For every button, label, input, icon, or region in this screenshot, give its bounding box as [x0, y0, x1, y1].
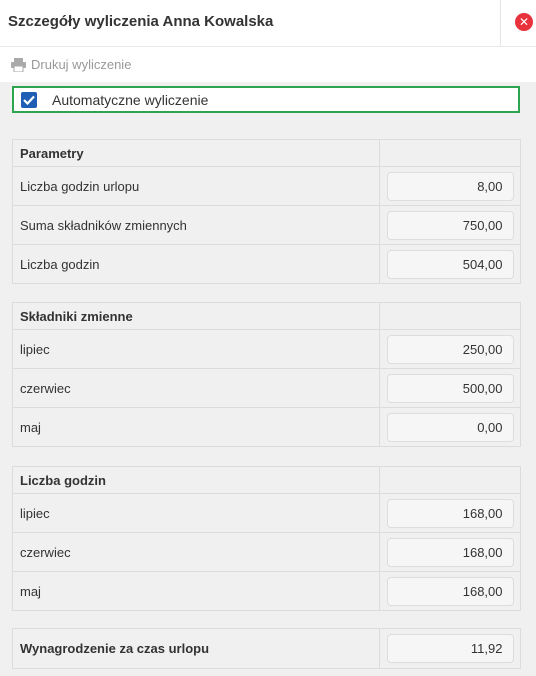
- print-button[interactable]: Drukuj wyliczenie: [11, 57, 131, 72]
- table-row: Liczba godzin 504,00: [13, 244, 520, 283]
- row-label: maj: [13, 572, 380, 610]
- row-label: Suma składników zmiennych: [13, 206, 380, 244]
- section-header: Liczba godzin: [13, 467, 520, 493]
- table-row: Suma składników zmiennych 750,00: [13, 205, 520, 244]
- row-label: czerwiec: [13, 369, 380, 407]
- section-header: Składniki zmienne: [13, 303, 520, 329]
- checkmark-icon: [23, 95, 35, 105]
- auto-calculation-toggle[interactable]: Automatyczne wyliczenie: [12, 86, 520, 113]
- value-field[interactable]: 168,00: [386, 537, 514, 567]
- row-label: Liczba godzin urlopu: [13, 167, 380, 205]
- table-row: Liczba godzin urlopu 8,00: [13, 166, 520, 205]
- table-row: czerwiec 500,00: [13, 368, 520, 407]
- section-parametry: Parametry Liczba godzin urlopu 8,00 Suma…: [12, 139, 521, 284]
- row-label: czerwiec: [13, 533, 380, 571]
- print-label: Drukuj wyliczenie: [31, 57, 132, 72]
- row-label: lipiec: [13, 330, 380, 368]
- section-header: Parametry: [13, 140, 520, 166]
- row-label: Liczba godzin: [13, 245, 380, 283]
- row-label: maj: [13, 408, 380, 446]
- result-value-field[interactable]: 11,92: [386, 634, 514, 663]
- section-title: Liczba godzin: [13, 467, 380, 493]
- value-field[interactable]: 250,00: [386, 334, 514, 364]
- header-divider: [500, 0, 501, 46]
- calculation-content: Automatyczne wyliczenie Parametry Liczba…: [0, 82, 536, 676]
- result-row: Wynagrodzenie za czas urlopu 11,92: [13, 629, 520, 668]
- printer-icon: [11, 57, 26, 72]
- table-row: lipiec 250,00: [13, 329, 520, 368]
- value-field[interactable]: 168,00: [386, 498, 514, 528]
- table-row: lipiec 168,00: [13, 493, 520, 532]
- auto-calculation-checkbox[interactable]: [21, 92, 37, 108]
- value-field[interactable]: 8,00: [386, 171, 514, 201]
- table-row: maj 0,00: [13, 407, 520, 446]
- close-icon[interactable]: ✕: [515, 13, 533, 31]
- value-field[interactable]: 504,00: [386, 249, 514, 279]
- section-skladniki-zmienne: Składniki zmienne lipiec 250,00 czerwiec…: [12, 302, 521, 447]
- row-label: lipiec: [13, 494, 380, 532]
- section-wynagrodzenie: Wynagrodzenie za czas urlopu 11,92: [12, 628, 521, 669]
- section-title: Parametry: [13, 140, 380, 166]
- value-field[interactable]: 0,00: [386, 412, 514, 442]
- table-row: czerwiec 168,00: [13, 532, 520, 571]
- dialog-header: Szczegóły wyliczenia Anna Kowalska ✕: [0, 0, 536, 47]
- auto-calculation-label: Automatyczne wyliczenie: [52, 92, 209, 108]
- toolbar: Drukuj wyliczenie: [0, 47, 536, 83]
- dialog-title: Szczegóły wyliczenia Anna Kowalska: [8, 13, 274, 30]
- section-title: Składniki zmienne: [13, 303, 380, 329]
- result-label: Wynagrodzenie za czas urlopu: [13, 629, 380, 668]
- section-liczba-godzin: Liczba godzin lipiec 168,00 czerwiec 168…: [12, 466, 521, 611]
- value-field[interactable]: 168,00: [386, 576, 514, 606]
- value-field[interactable]: 750,00: [386, 210, 514, 240]
- value-field[interactable]: 500,00: [386, 373, 514, 403]
- table-row: maj 168,00: [13, 571, 520, 610]
